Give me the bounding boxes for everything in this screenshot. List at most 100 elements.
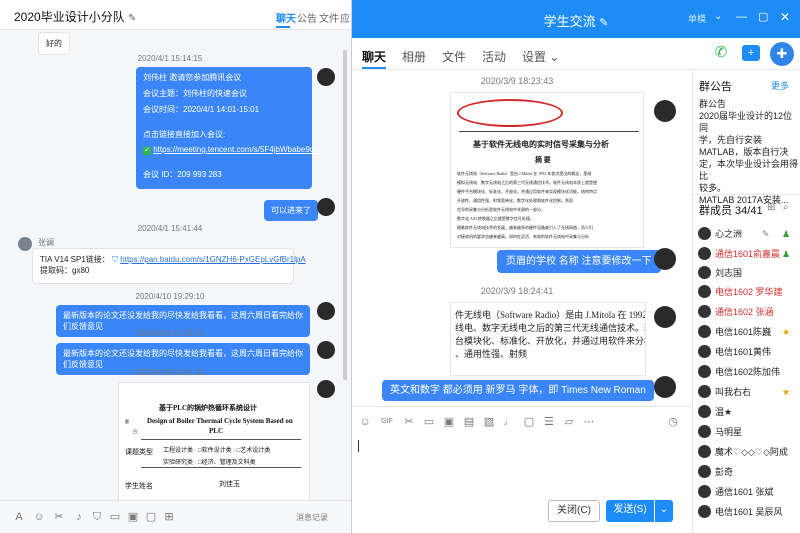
- tab-files[interactable]: 文件: [442, 48, 466, 65]
- chevron-down-icon[interactable]: ⌄: [714, 11, 722, 22]
- member-item[interactable]: 电信1601黄伟: [698, 344, 800, 360]
- tab-notice[interactable]: 公告: [297, 10, 317, 25]
- timestamp: 2020/4/18 11:24:24: [135, 329, 205, 338]
- avatar[interactable]: [654, 376, 676, 398]
- avatar[interactable]: [317, 68, 335, 86]
- member-item[interactable]: 电信1602 罗华建: [698, 284, 800, 300]
- announcement-header: 群公告: [699, 81, 732, 93]
- phone-icon[interactable]: ✆: [710, 43, 732, 65]
- avatar[interactable]: [317, 198, 335, 216]
- doc-en-title: Design of Boiler Thermal Cycle System Ba…: [147, 417, 293, 425]
- screen-icon[interactable]: ▢: [144, 510, 158, 524]
- doc-options: 工程设计类 · □软件设计类 · □艺术设计类: [163, 448, 271, 454]
- send-button[interactable]: 发送(S): [606, 500, 654, 522]
- group-title[interactable]: 2020毕业设计小分队 ✎: [14, 8, 136, 25]
- document-image[interactable]: 基于PLC的锅炉热循环系统设计 题 目 Design of Boiler The…: [118, 382, 310, 500]
- tab-settings[interactable]: 设置 ⌄: [522, 48, 559, 65]
- share-link[interactable]: https://pan.baidu.com/s/1GNZH6-PxGEpLvGf…: [120, 255, 305, 264]
- shake-icon[interactable]: ▤: [462, 415, 476, 429]
- member-item[interactable]: 马明星: [698, 424, 800, 440]
- tab-album[interactable]: 相册: [402, 48, 426, 65]
- more-apps-icon[interactable]: ✚: [770, 42, 794, 66]
- doc-row-label: 题: [125, 419, 129, 424]
- member-item[interactable]: 心之洲 ✎ ♟: [698, 226, 800, 242]
- photo-icon[interactable]: ▨: [482, 415, 496, 429]
- member-item[interactable]: 魔术♡◇◇♡◇阿成: [698, 444, 800, 460]
- edit-icon[interactable]: ✎: [599, 17, 608, 29]
- avatar[interactable]: [317, 302, 335, 320]
- tab-activity[interactable]: 活动: [482, 48, 506, 65]
- avatar[interactable]: [654, 306, 676, 328]
- member-item[interactable]: 彭奇: [698, 464, 800, 480]
- paper-image[interactable]: 基于软件无线电的实时信号采集与分析 摘 要 软件无线电（Software Rad…: [450, 92, 644, 248]
- scrollbar[interactable]: [340, 30, 350, 500]
- avatar[interactable]: [654, 248, 676, 270]
- history-clock-icon[interactable]: ◷: [666, 415, 680, 429]
- close-icon[interactable]: ✕: [780, 10, 790, 24]
- close-button[interactable]: 关闭(C): [548, 500, 600, 522]
- screen-share-icon[interactable]: ▢: [522, 415, 536, 429]
- image-icon[interactable]: ▣: [126, 510, 140, 524]
- left-header: 2020毕业设计小分队 ✎ 聊天 公告 文件 应: [0, 0, 351, 30]
- cut-icon[interactable]: ✂: [402, 415, 416, 429]
- timestamp: 2020/4/1 15:14:15: [137, 54, 203, 63]
- divider: [141, 439, 301, 440]
- active-tab-indicator: [362, 67, 386, 69]
- tab-chat[interactable]: 聊天: [276, 10, 296, 25]
- avatar[interactable]: [317, 380, 335, 398]
- minimize-icon[interactable]: —: [736, 11, 747, 23]
- member-item[interactable]: 电信1602陈加伟: [698, 364, 800, 380]
- add-member-icon[interactable]: ⊞: [767, 202, 775, 213]
- history-link[interactable]: 消息记录: [296, 512, 328, 523]
- grid-icon[interactable]: ⊞: [162, 510, 176, 524]
- image-icon[interactable]: ▣: [442, 415, 456, 429]
- more-icon[interactable]: ⋯: [582, 415, 596, 429]
- announcement-body[interactable]: 群公告 2020届毕业设计的12位同 学，先自行安装 MATLAB，版本自行决 …: [699, 98, 799, 206]
- message-input[interactable]: 关闭(C) 发送(S) ⌄: [352, 436, 692, 533]
- doc-title: 基于PLC的锅炉热循环系统设计: [159, 404, 257, 412]
- folder-icon[interactable]: ▭: [108, 510, 122, 524]
- member-item[interactable]: 温★: [698, 404, 800, 420]
- member-item[interactable]: 刘志国: [698, 265, 800, 281]
- chat-plus-icon[interactable]: +: [742, 45, 760, 61]
- meeting-link[interactable]: https://meeting.tencent.com/s/5F4jbWbabe…: [153, 145, 318, 154]
- group-chat-window-2: 学生交流 ✎ 单模 ⌄ — ▢ ✕ 聊天 相册 文件 活动 设置 ⌄ ✆ + ✚…: [352, 0, 800, 533]
- shield-icon[interactable]: ⛉: [90, 510, 104, 524]
- tab-files[interactable]: 文件: [319, 10, 339, 25]
- avatar[interactable]: [654, 100, 676, 122]
- tab-chat[interactable]: 聊天: [362, 48, 386, 65]
- menu-icon[interactable]: ☰: [542, 415, 556, 429]
- voice-icon[interactable]: ♩: [502, 415, 516, 429]
- member-item[interactable]: 电信1601 吴辰风: [698, 504, 800, 520]
- paper-excerpt-image[interactable]: 件无线电（Software Radio）是由 J.Mitola 在 1992 年…: [450, 302, 646, 376]
- gif-icon[interactable]: GIF: [378, 415, 396, 429]
- timestamp: 2020/3/9 18:24:41: [480, 286, 554, 296]
- member-item[interactable]: 电信1601陈巍 ★: [698, 324, 800, 340]
- member-item[interactable]: 通信1601 张斌: [698, 484, 800, 500]
- search-icon[interactable]: ⌕: [783, 202, 789, 213]
- font-icon[interactable]: A: [12, 510, 26, 524]
- chat-icon[interactable]: ▱: [562, 415, 576, 429]
- maximize-icon[interactable]: ▢: [758, 10, 768, 23]
- emoji-icon[interactable]: ☺: [32, 510, 46, 524]
- window-title[interactable]: 学生交流 ✎: [352, 11, 800, 30]
- member-item[interactable]: 叫我右右 ★: [698, 384, 800, 400]
- meeting-line: 刘伟柱 邀请您参加腾讯会议: [143, 73, 242, 82]
- paper-body: 软件无线电（Software Radio）是由 J.Mitola 在 1992 …: [457, 171, 597, 239]
- input-toolbar: A ☺ ✂ ♪ ⛉ ▭ ▣ ▢ ⊞ 消息记录: [0, 500, 351, 533]
- member-item[interactable]: 通信1602 张涵: [698, 304, 800, 320]
- member-item[interactable]: 通信1601俞嘉晨 ♟: [698, 246, 800, 262]
- cut-icon[interactable]: ✂: [52, 510, 66, 524]
- emoji-icon[interactable]: ☺: [358, 415, 372, 429]
- menu-label[interactable]: 单模: [688, 12, 706, 25]
- folder-icon[interactable]: ▭: [422, 415, 436, 429]
- message-bubble: 好的: [38, 32, 70, 55]
- avatar[interactable]: [18, 237, 32, 251]
- tab-apps[interactable]: 应: [340, 10, 350, 25]
- mic-icon[interactable]: ♪: [72, 510, 86, 524]
- avatar[interactable]: [317, 341, 335, 359]
- edit-icon[interactable]: ✎: [128, 13, 136, 24]
- send-options-chevron-icon[interactable]: ⌄: [655, 500, 673, 522]
- more-link[interactable]: 更多: [771, 79, 789, 92]
- chevron-down-icon: ⌄: [549, 50, 560, 64]
